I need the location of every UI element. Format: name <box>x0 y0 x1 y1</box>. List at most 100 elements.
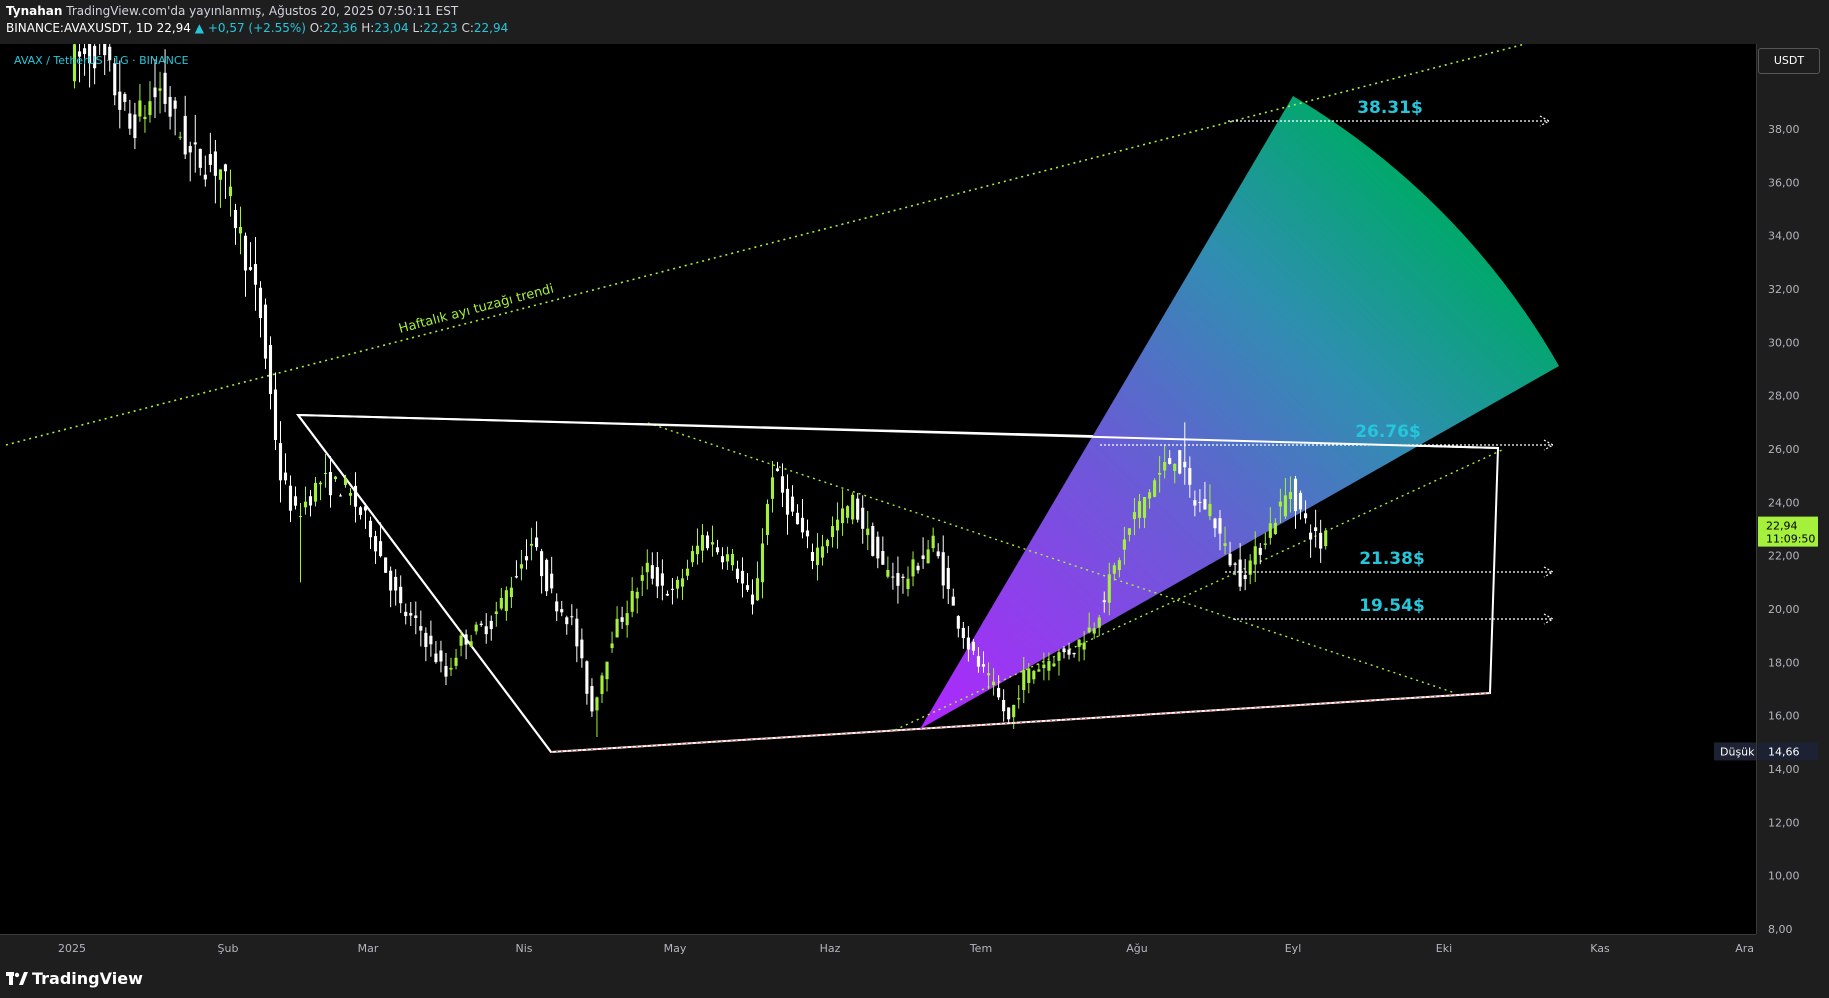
candle-body <box>560 609 564 613</box>
price-chart[interactable]: 38.31$26.76$21.38$19.54$Haftalık ayı tuz… <box>0 10 1756 934</box>
candle-body <box>153 87 157 98</box>
x-tick-label: May <box>664 942 687 955</box>
publish-info: Tynahan TradingView.com'da yayınlanmış, … <box>6 4 458 18</box>
candle-body <box>835 519 840 531</box>
y-tick-label: 26,00 <box>1768 443 1800 456</box>
tradingview-icon <box>6 971 28 985</box>
candle-body <box>545 559 549 592</box>
x-tick-label: Kas <box>1590 942 1610 955</box>
candle-body <box>293 496 298 506</box>
candle-body <box>1067 649 1071 655</box>
candle-body <box>1198 502 1202 504</box>
candle-body <box>494 611 498 615</box>
candle-body <box>725 554 730 562</box>
candle-body <box>168 96 172 117</box>
candle-body <box>790 496 795 512</box>
target-label: 21.38$ <box>1359 549 1425 569</box>
candle-body <box>851 494 855 520</box>
candle-body <box>825 540 830 547</box>
candle-body <box>1188 467 1192 485</box>
candle-body <box>1298 492 1303 510</box>
low-label: L: <box>412 21 424 35</box>
candle-body <box>1283 495 1287 517</box>
candle-body <box>1047 661 1051 671</box>
candle-body <box>1082 642 1086 650</box>
candle-body <box>459 635 463 646</box>
candle-body <box>765 504 770 535</box>
candle-body <box>846 506 850 518</box>
candle-body <box>1183 461 1187 468</box>
candle-body <box>238 226 243 234</box>
candle-body <box>590 686 594 712</box>
y-tick-label: 16,00 <box>1768 710 1800 723</box>
candle-body <box>535 537 539 548</box>
candle-body <box>1127 528 1131 535</box>
candle-body <box>680 578 685 587</box>
candle-body <box>384 557 388 573</box>
candle-body <box>1102 600 1106 603</box>
candle-body <box>128 113 132 129</box>
chart-pane[interactable]: 38.31$ 26.76$ 21.38$ 19.54$ Haftalık ayı tuz… <box>0 10 1756 934</box>
candle-body <box>997 687 1001 698</box>
candle-body <box>690 551 695 563</box>
candle-body <box>810 551 815 562</box>
candle-body <box>253 264 258 285</box>
candle-body <box>318 482 323 485</box>
candle-body <box>213 151 217 176</box>
candle-body <box>404 611 408 617</box>
candle-body <box>1309 532 1313 540</box>
candle-body <box>921 555 925 559</box>
candle-body <box>555 601 559 612</box>
candle-body <box>308 496 313 506</box>
candle-body <box>645 562 649 573</box>
symbol-label[interactable]: BINANCE:AVAXUSDT, 1D <box>6 21 153 35</box>
candle-body <box>514 576 518 578</box>
price-axis[interactable]: 8,00 10,00 12,00 14,00 16,00 18,00 20,00 22,00 2… <box>1756 44 1829 936</box>
y-tick-label: 14,00 <box>1768 763 1800 776</box>
candle-body <box>1027 668 1031 683</box>
y-tick-label: 30,00 <box>1768 336 1800 349</box>
candle-body <box>1263 543 1267 545</box>
candle-body <box>981 664 986 667</box>
candle-body <box>524 556 529 561</box>
time-axis[interactable]: 2025 Şub Mar Nis May Haz Tem Ağu Eyl Eki Kas Ara <box>0 934 1756 962</box>
candle-body <box>143 116 147 120</box>
candle-body <box>805 530 810 537</box>
target-label: 38.31$ <box>1357 98 1423 118</box>
y-tick-label: 32,00 <box>1768 283 1800 296</box>
candle-body <box>971 641 975 651</box>
candle-body <box>1062 648 1066 652</box>
candle-body <box>775 468 780 472</box>
chart-header: Tynahan TradingView.com'da yayınlanmış, … <box>0 0 1829 44</box>
candle-body <box>1319 532 1323 549</box>
candle-body <box>1228 553 1232 566</box>
candle-body <box>1258 547 1262 555</box>
candle-body <box>1213 518 1217 529</box>
x-tick-label: 2025 <box>58 942 86 955</box>
candle-body <box>409 613 413 616</box>
candle-body <box>670 588 675 590</box>
candle-body <box>600 675 604 694</box>
last-price-label: 22,94 <box>1766 520 1798 533</box>
tradingview-logo[interactable]: TradingView <box>6 969 143 988</box>
candle-body <box>414 615 418 618</box>
candle-body <box>715 547 720 553</box>
currency-button[interactable]: USDT <box>1758 48 1820 74</box>
candle-body <box>720 556 725 563</box>
candle-body <box>911 559 915 577</box>
candle-body <box>1218 518 1222 534</box>
candle-body <box>368 520 373 538</box>
x-tick-label: Nis <box>515 942 532 955</box>
y-tick-label: 8,00 <box>1768 923 1793 934</box>
candle-body <box>1002 699 1006 712</box>
candle-body <box>931 535 935 549</box>
legend-title[interactable]: AVAX / TetherUS · 1G · BINANCE <box>14 54 189 67</box>
candle-body <box>133 114 137 139</box>
candle-body <box>866 528 870 536</box>
candle-body <box>750 594 755 605</box>
candle-body <box>800 517 805 533</box>
candle-body <box>233 210 238 229</box>
author-name[interactable]: Tynahan <box>6 4 62 18</box>
candle-body <box>419 626 423 631</box>
candle-body <box>1142 497 1147 518</box>
